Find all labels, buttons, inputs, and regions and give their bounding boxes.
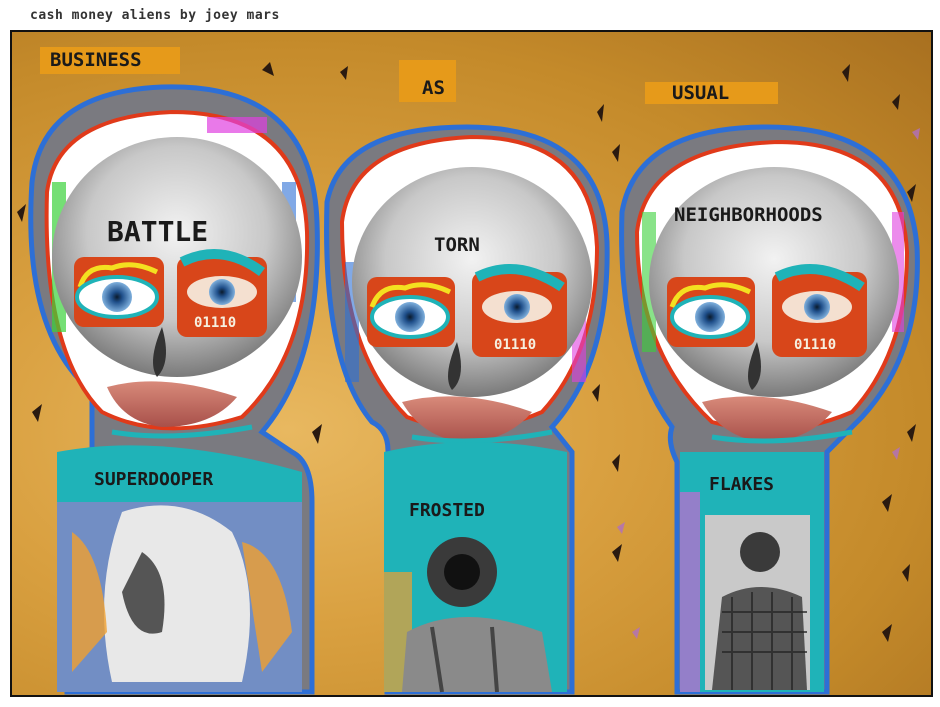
alien-figure-2 (324, 124, 610, 695)
forehead-word-1: BATTLE (107, 215, 209, 248)
headline-word-2: AS (422, 77, 445, 99)
body-word-2: FROSTED (409, 500, 485, 521)
forehead-word-2: TORN (434, 234, 480, 256)
headline-word-3: USUAL (672, 82, 730, 104)
artwork-panel: BUSINESS AS USUAL BATTLE TORN NEIGHBORHO… (10, 30, 933, 697)
eye-tag-1: 01110 (194, 315, 237, 331)
artwork-caption: cash money aliens by joey mars (30, 8, 280, 23)
body-word-3: FLAKES (709, 474, 775, 495)
eye-tag-2: 01110 (494, 337, 537, 353)
collage-illustration (17, 62, 920, 695)
alien-figure-1 (28, 84, 320, 695)
headline-word-1: BUSINESS (50, 49, 142, 71)
body-word-1: SUPERDOOPER (94, 469, 214, 490)
forehead-word-3: NEIGHBORHOODS (674, 204, 823, 226)
eye-tag-3: 01110 (794, 337, 837, 353)
